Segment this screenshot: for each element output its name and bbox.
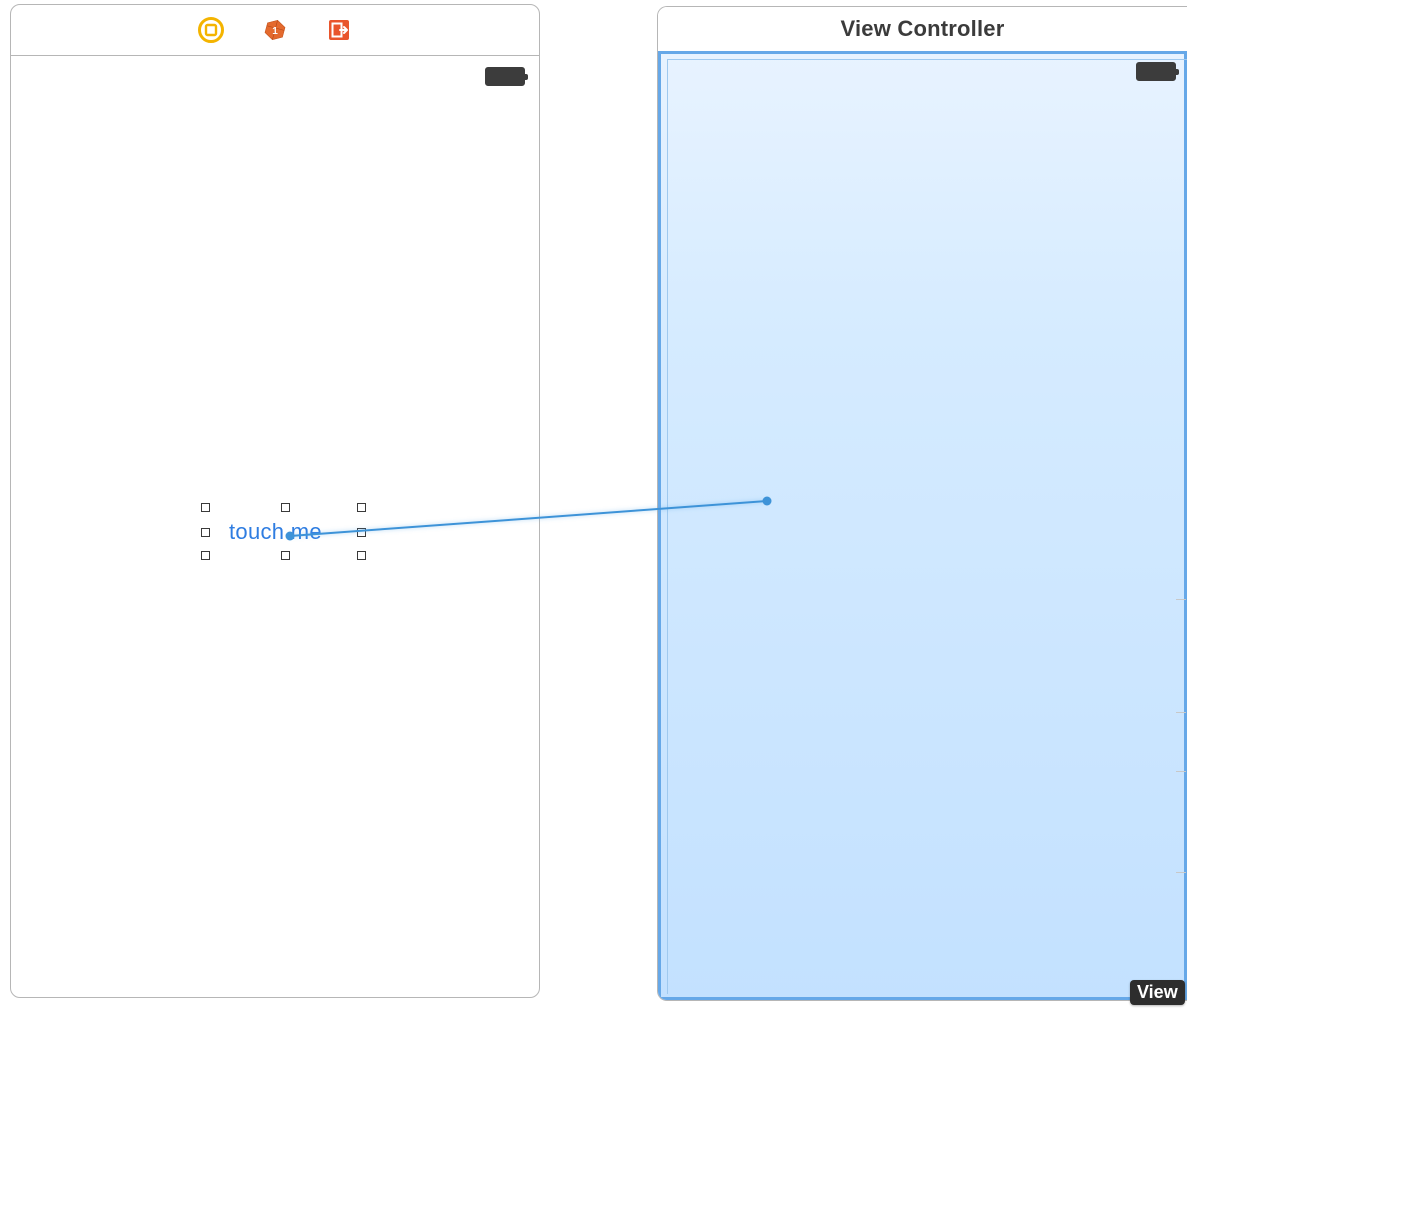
panel-divider-mark <box>1176 712 1186 713</box>
selection-handle[interactable] <box>201 528 210 537</box>
panel-divider-mark <box>1176 771 1186 772</box>
scene-title[interactable]: View Controller <box>658 7 1187 52</box>
view-tooltip-label: View <box>1137 982 1178 1002</box>
panel-divider-mark <box>1176 872 1186 873</box>
selection-handle[interactable] <box>357 503 366 512</box>
scene-dock: 1 <box>11 5 539 56</box>
selection-handle[interactable] <box>281 503 290 512</box>
selection-handle[interactable] <box>201 551 210 560</box>
panel-divider-mark <box>1176 599 1186 600</box>
touch-me-button[interactable]: touch me <box>229 521 322 543</box>
battery-icon <box>485 67 525 91</box>
scene-title-label: View Controller <box>841 16 1005 42</box>
storyboard-scene-right[interactable]: View Controller <box>657 6 1187 1001</box>
selection-handle[interactable] <box>357 528 366 537</box>
svg-text:1: 1 <box>272 26 278 37</box>
controller-root-view-selected[interactable] <box>658 51 1187 1000</box>
storyboard-scene-left[interactable]: 1 touch me <box>10 4 540 998</box>
selection-handle[interactable] <box>201 503 210 512</box>
exit-icon[interactable] <box>326 17 352 43</box>
view-controller-icon[interactable] <box>198 17 224 43</box>
selection-handle[interactable] <box>281 551 290 560</box>
battery-icon <box>1136 62 1176 86</box>
selection-handle[interactable] <box>357 551 366 560</box>
view-tooltip-badge: View <box>1130 980 1185 1005</box>
first-responder-icon[interactable]: 1 <box>262 17 288 43</box>
